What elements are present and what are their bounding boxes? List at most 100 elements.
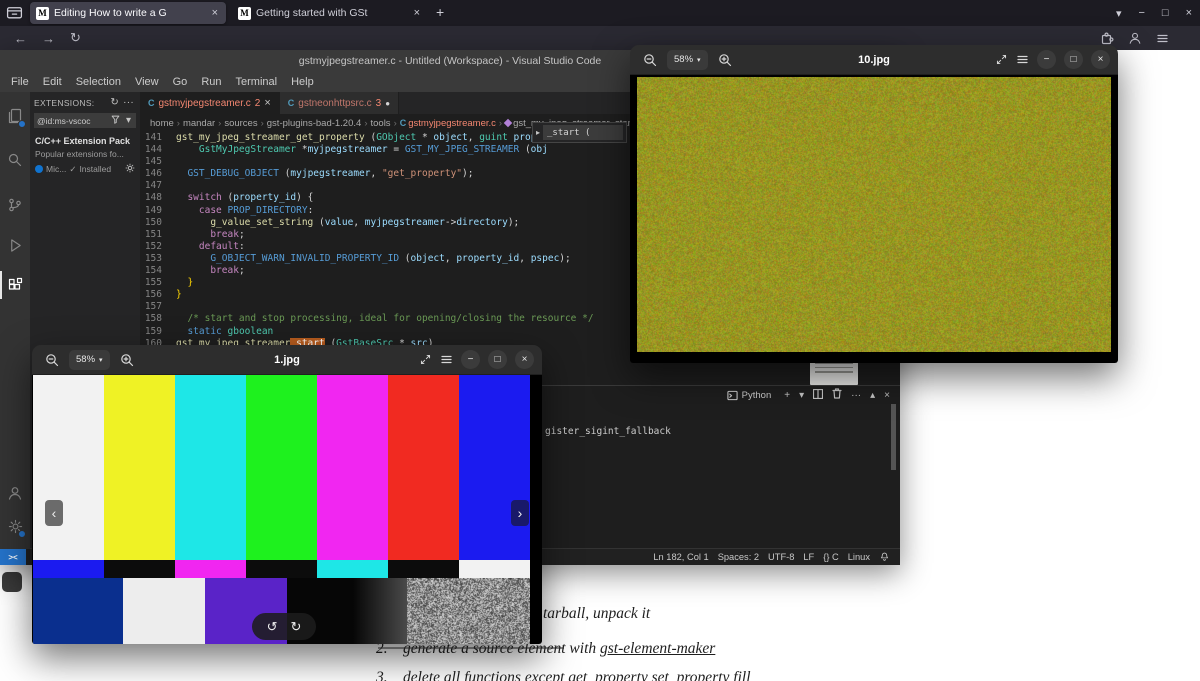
run-debug-icon[interactable] [0,231,30,259]
modified-dot-icon[interactable]: ● [385,99,390,108]
line-number: 151 [140,229,176,241]
menu-help[interactable]: Help [284,76,321,88]
menu-terminal[interactable]: Terminal [229,76,285,88]
viewer-titlebar[interactable]: 10.jpg 58%▾ − □ × [630,45,1118,75]
menu-selection[interactable]: Selection [69,76,128,88]
panel-maximize-icon[interactable]: ▴ [870,390,875,401]
terminal-scrollbar[interactable] [891,404,896,470]
tab-close-icon[interactable]: × [210,7,220,19]
zoom-out-button[interactable] [640,50,660,70]
split-terminal-button[interactable] [813,389,823,402]
extensions-search-input[interactable]: @id:ms-vscoc ▾ [34,113,136,128]
rotate-cw-button[interactable]: ↻ [291,619,302,635]
zoom-in-button[interactable] [715,50,735,70]
filter-icon[interactable] [109,115,122,127]
maximize-button[interactable]: □ [488,350,507,369]
extensions-icon[interactable] [0,271,30,299]
explorer-icon[interactable] [0,102,30,130]
status-item[interactable]: Ln 182, Col 1 [653,552,708,562]
fullscreen-icon[interactable] [419,353,432,366]
window-minimize-button[interactable]: − [1138,7,1144,19]
maximize-button[interactable]: □ [1064,50,1083,69]
kill-terminal-button[interactable] [832,388,842,402]
source-control-icon[interactable] [0,191,30,219]
image-canvas-area[interactable]: ‹ › ↺ ↻ [32,375,542,644]
refresh-icon[interactable]: ↻ [108,97,121,108]
status-item[interactable]: Spaces: 2 [718,552,759,562]
menu-view[interactable]: View [128,76,166,88]
terminal-more-button[interactable]: ··· [851,390,861,401]
image-viewer-window-10jpg: 10.jpg 58%▾ − □ × [630,45,1118,363]
window-close-button[interactable]: × [1186,7,1192,19]
settings-gear-icon[interactable] [0,512,30,540]
window-maximize-button[interactable]: □ [1162,7,1169,19]
installed-label: Installed [79,164,111,174]
list-all-tabs-icon[interactable]: ▾ [1116,7,1122,20]
terminal-profile-dropdown-icon[interactable]: ▾ [799,390,804,401]
account-icon[interactable] [1128,26,1142,50]
close-button[interactable]: × [515,350,534,369]
fullscreen-icon[interactable] [995,53,1008,66]
more-actions-icon[interactable]: ··· [121,97,136,108]
editor-tab-gstmyjpegstreamer[interactable]: C gstmyjpegstreamer.c 2 × [140,92,280,114]
close-button[interactable]: × [1091,50,1110,69]
status-item[interactable]: LF [803,552,814,562]
back-button[interactable]: ← [14,26,27,50]
zoom-level-dropdown[interactable]: 58%▾ [69,350,110,370]
color-bar [388,560,459,578]
notifications-bell-icon[interactable] [879,551,890,564]
status-item[interactable]: UTF-8 [768,552,794,562]
image-canvas-area[interactable] [630,75,1118,363]
breadcrumb-item[interactable]: sources [224,118,257,129]
menu-icon[interactable] [1156,26,1169,50]
zoom-out-button[interactable] [42,350,62,370]
breadcrumb-item[interactable]: home [150,118,174,129]
tab-close-icon[interactable]: × [412,7,422,19]
menu-icon[interactable] [440,353,453,366]
menu-run[interactable]: Run [194,76,228,88]
forward-button[interactable]: → [42,26,55,50]
terminal-tab-python[interactable]: Python [727,390,776,401]
browser-tab-gstreamer-docs[interactable]: M Getting started with GSt × [232,2,428,24]
medium-favicon: M [36,7,49,20]
new-terminal-button[interactable]: + [784,390,790,401]
remote-indicator[interactable]: >< [0,549,26,565]
status-item[interactable]: Linux [848,552,870,562]
menu-icon[interactable] [1016,53,1029,66]
account-icon[interactable] [0,479,30,507]
minimize-button[interactable]: − [1037,50,1056,69]
gst-element-maker-link[interactable]: gst-element-maker [600,640,715,657]
find-widget[interactable]: ▸ _start ( [532,122,627,143]
zoom-level-dropdown[interactable]: 58%▾ [667,50,708,70]
minimize-button[interactable]: − [461,350,480,369]
extension-gear-icon[interactable] [125,163,135,175]
viewer-titlebar[interactable]: 1.jpg 58%▾ − □ × [32,345,542,375]
clear-icon[interactable]: ▾ [124,115,133,126]
breadcrumb-item[interactable]: gst-plugins-bad-1.20.4 [267,118,362,129]
editor-tab-gstneonhttpsrc[interactable]: C gstneonhttpsrc.c 3 ● [280,92,399,114]
panel-close-icon[interactable]: × [884,390,890,401]
find-input[interactable]: _start ( [543,125,623,140]
dock-icon[interactable] [2,572,22,592]
reload-button[interactable]: ↻ [70,26,81,50]
extension-item-cpp-pack[interactable]: C/C++ Extension Pack Popular extensions … [30,130,140,181]
status-item[interactable]: {} C [823,552,839,562]
rotate-ccw-button[interactable]: ↺ [267,619,278,635]
tab-close-icon[interactable]: × [264,97,270,109]
menu-go[interactable]: Go [166,76,195,88]
browser-tab-medium-editing[interactable]: M Editing How to write a G × [30,2,226,24]
previous-image-button[interactable]: ‹ [45,500,63,526]
breadcrumb-item[interactable]: tools [370,118,390,129]
line-number: 147 [140,180,176,192]
breadcrumb-item[interactable]: mandar [183,118,215,129]
next-image-button[interactable]: › [511,500,529,526]
menu-edit[interactable]: Edit [36,76,69,88]
zoom-in-button[interactable] [117,350,137,370]
toggle-replace-icon[interactable]: ▸ [536,128,540,137]
menu-file[interactable]: File [4,76,36,88]
medium-favicon: M [238,7,251,20]
breadcrumb-item[interactable]: Cgstmyjpegstreamer.c [400,118,496,129]
firefox-view-icon[interactable] [6,4,23,26]
new-tab-button[interactable]: + [436,4,444,20]
search-icon[interactable] [0,146,30,174]
